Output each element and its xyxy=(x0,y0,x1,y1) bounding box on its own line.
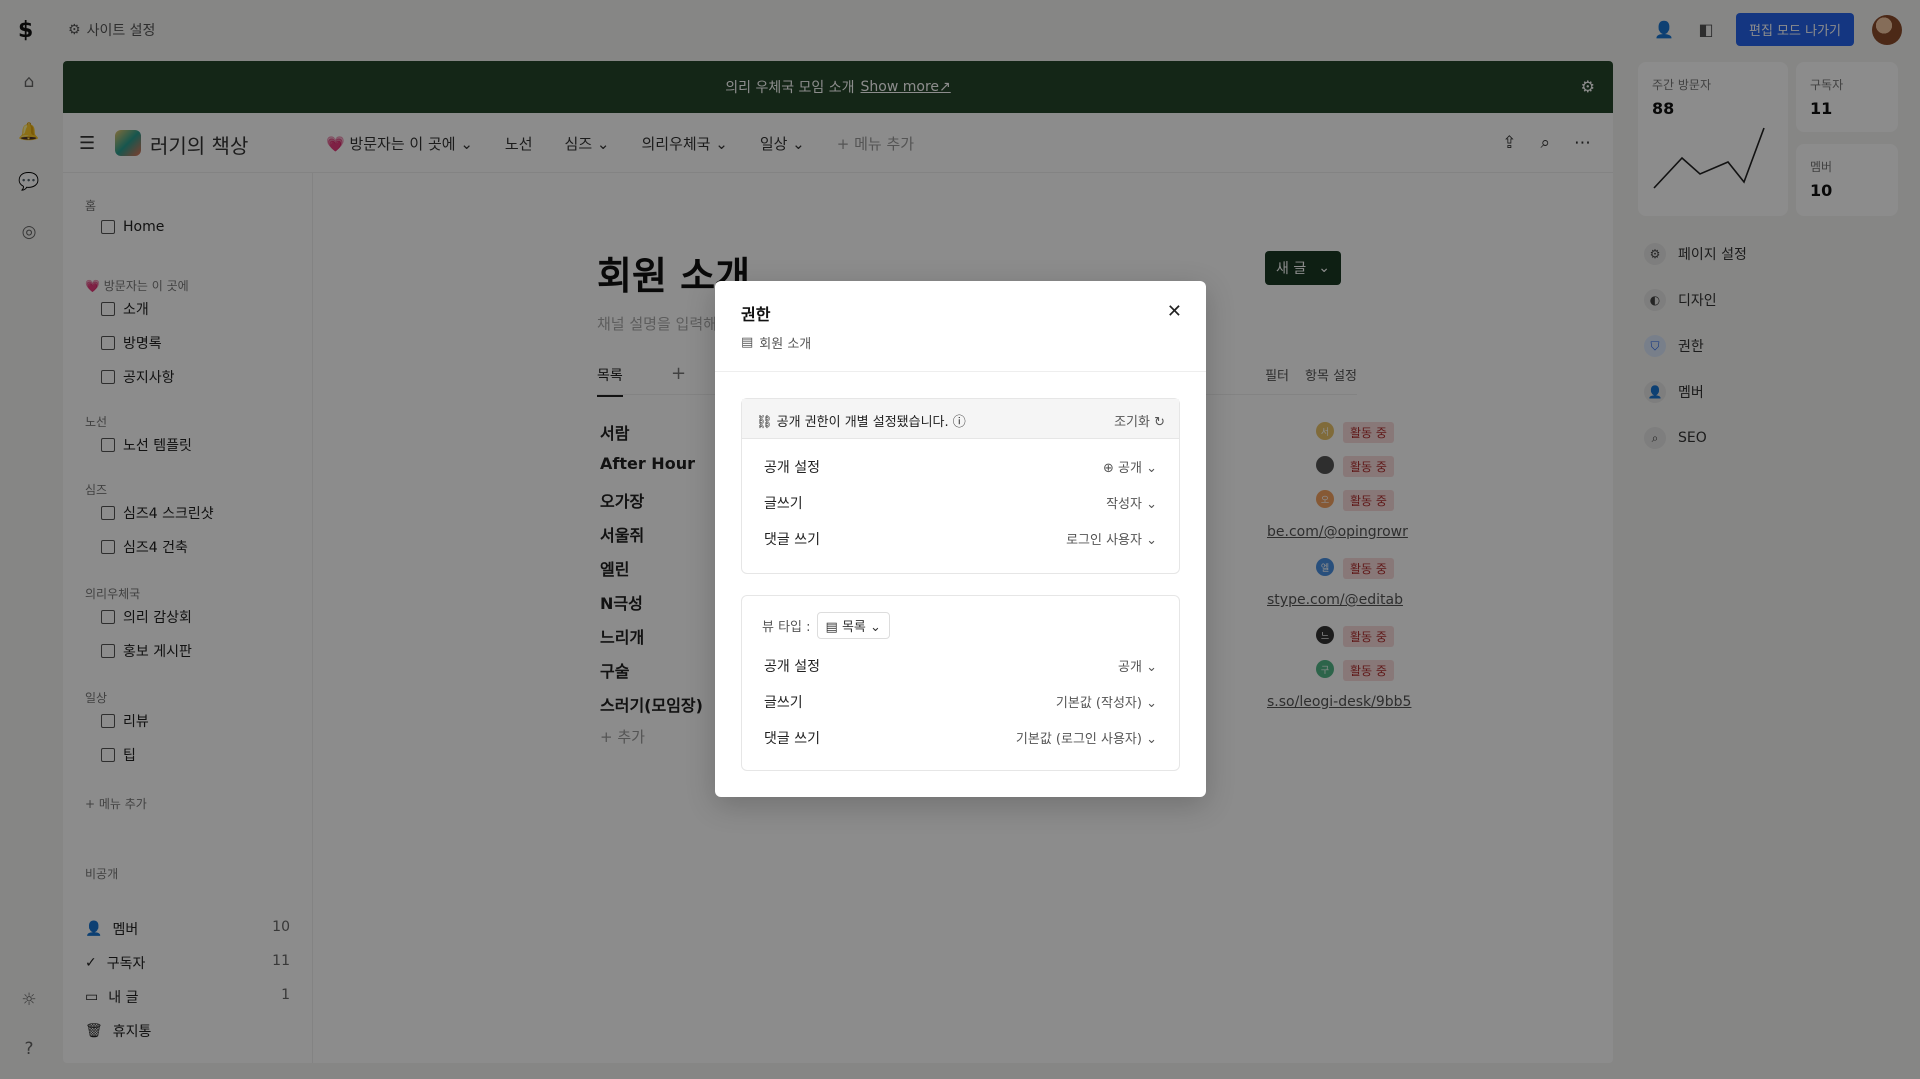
view-type-select[interactable]: ▤ 목록 ⌄ xyxy=(816,612,890,639)
view-type: 뷰 타입 : ▤ 목록 ⌄ xyxy=(762,612,890,639)
perm-label: 공개 설정 xyxy=(764,659,820,675)
board-icon: ▤ xyxy=(741,335,754,350)
perm-row-comment: 댓글 쓰기 로그인 사용자 ⌄ xyxy=(764,527,1157,551)
view-perm-row-write: 글쓰기 기본값 (작성자) ⌄ xyxy=(764,690,1157,714)
notice-header: ⛓ 공개 권한이 개별 설정됐습니다. ⓘ 조기화 ↻ xyxy=(742,399,1179,439)
perm-label: 댓글 쓰기 xyxy=(764,731,820,747)
divider xyxy=(715,371,1206,372)
modal-subtitle: ▤ 회원 소개 xyxy=(741,335,812,352)
reset-button[interactable]: 조기화 ↻ xyxy=(1114,411,1165,430)
perm-label: 글쓰기 xyxy=(764,496,803,512)
perm-label: 공개 설정 xyxy=(764,460,820,476)
perm-select[interactable]: ⊕ 공개 ⌄ xyxy=(1103,457,1157,476)
perm-select[interactable]: 기본값 (로그인 사용자) ⌄ xyxy=(1016,728,1157,747)
permissions-modal: 권한 ▤ 회원 소개 ✕ ⛓ 공개 권한이 개별 설정됐습니다. ⓘ 조기화 ↻… xyxy=(715,281,1206,797)
view-perm-row-public: 공개 설정 공개 ⌄ xyxy=(764,654,1157,678)
refresh-icon: ↻ xyxy=(1154,415,1165,430)
perm-label: 글쓰기 xyxy=(764,695,803,711)
perm-label: 댓글 쓰기 xyxy=(764,532,820,548)
view-permissions-box: 뷰 타입 : ▤ 목록 ⌄ 공개 설정 공개 ⌄ 글쓰기 기본값 (작성자) ⌄… xyxy=(741,595,1180,771)
perm-select[interactable]: 공개 ⌄ xyxy=(1118,656,1157,675)
view-type-label: 뷰 타입 : xyxy=(762,620,811,635)
info-icon[interactable]: ⓘ xyxy=(953,415,966,430)
link-broken-icon: ⛓ xyxy=(756,415,777,430)
globe-icon: ⊕ xyxy=(1103,461,1119,476)
perm-row-public: 공개 설정 ⊕ 공개 ⌄ xyxy=(764,455,1157,479)
close-icon[interactable]: ✕ xyxy=(1167,301,1182,322)
perm-select[interactable]: 작성자 ⌄ xyxy=(1106,493,1157,512)
public-permissions-box: ⛓ 공개 권한이 개별 설정됐습니다. ⓘ 조기화 ↻ 공개 설정 ⊕ 공개 ⌄… xyxy=(741,398,1180,574)
view-perm-row-comment: 댓글 쓰기 기본값 (로그인 사용자) ⌄ xyxy=(764,726,1157,750)
perm-row-write: 글쓰기 작성자 ⌄ xyxy=(764,491,1157,515)
modal-title: 권한 xyxy=(741,305,771,324)
notice-text: ⛓ 공개 권한이 개별 설정됐습니다. ⓘ xyxy=(756,415,966,430)
perm-select[interactable]: 로그인 사용자 ⌄ xyxy=(1066,529,1157,548)
perm-select[interactable]: 기본값 (작성자) ⌄ xyxy=(1056,692,1157,711)
